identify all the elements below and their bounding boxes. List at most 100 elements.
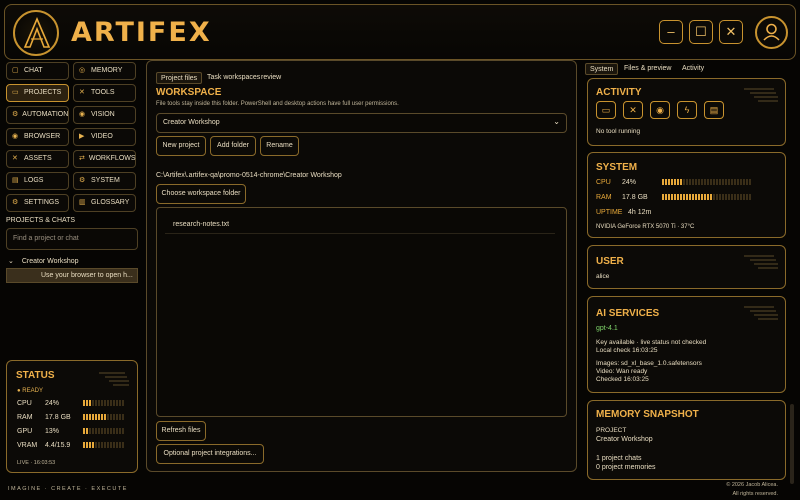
bar-segment: [107, 428, 109, 435]
user-icon: [763, 23, 780, 41]
nav-tools-button[interactable]: ✕ TOOLS: [73, 84, 136, 102]
memory-count: 0 project memories: [596, 464, 656, 471]
bar-segment: [116, 442, 118, 449]
app-header: ARTIFEX – ☐ ✕: [4, 4, 796, 60]
eye-icon[interactable]: ◉: [650, 101, 670, 119]
status-state: READY: [22, 388, 43, 394]
bar-segment: [725, 179, 727, 186]
bar-segment: [689, 179, 691, 186]
bar-segment: [668, 179, 670, 186]
bar-segment: [119, 428, 121, 435]
bar-segment: [92, 414, 94, 421]
tab-system[interactable]: System: [585, 63, 619, 75]
nav-chat-button[interactable]: ▢ CHAT: [6, 62, 69, 80]
tab-task-workspaces[interactable]: Task workspaces: [203, 72, 264, 84]
status-bar: [83, 400, 125, 407]
bar-segment: [668, 194, 670, 201]
nav-browser-button[interactable]: ◉ BROWSER: [6, 128, 69, 146]
nav-projects-button[interactable]: ▭ PROJECTS: [6, 84, 69, 102]
tab-activity[interactable]: Activity: [678, 63, 708, 75]
nav-video-button[interactable]: ▶ VIDEO: [73, 128, 136, 146]
nav-automation-button[interactable]: ⚙ AUTOMATION: [6, 106, 69, 124]
status-label: CPU: [17, 400, 32, 407]
bar-segment: [86, 414, 88, 421]
tools-icon[interactable]: ✕: [623, 101, 643, 119]
bar-segment: [119, 400, 121, 407]
nav-system-button[interactable]: ⚙ SYSTEM: [73, 172, 136, 190]
ram-value: 17.8 GB: [622, 194, 648, 201]
folder-icon[interactable]: ▭: [596, 101, 616, 119]
bolt-icon[interactable]: ϟ: [677, 101, 697, 119]
activity-title: ACTIVITY: [596, 87, 642, 98]
choose-workspace-folder-button[interactable]: Choose workspace folder: [156, 184, 246, 204]
bar-segment: [728, 179, 730, 186]
assets-icon: ✕: [12, 155, 18, 162]
new-project-button[interactable]: New project: [156, 136, 206, 156]
bar-segment: [86, 400, 88, 407]
bar-segment: [662, 179, 664, 186]
add-folder-button[interactable]: Add folder: [210, 136, 256, 156]
memory-project-name: Creator Workshop: [596, 436, 653, 443]
close-button[interactable]: ✕: [719, 20, 743, 44]
nav-settings-button[interactable]: ⚙ SETTINGS: [6, 194, 69, 212]
status-bar: [83, 442, 125, 449]
tab-review[interactable]: review: [257, 72, 285, 84]
ram-bar: [662, 194, 752, 201]
right-scrollbar[interactable]: [790, 404, 794, 484]
bar-segment: [92, 400, 94, 407]
footer-copyright: © 2026 Jacob Alicea. All rights reserved…: [726, 481, 778, 499]
maximize-button[interactable]: ☐: [689, 20, 713, 44]
chat-list-item[interactable]: Use your browser to open h...: [6, 268, 138, 283]
bar-segment: [743, 194, 745, 201]
bar-segment: [707, 179, 709, 186]
nav-label: PROJECTS: [24, 89, 62, 96]
project-tree-item[interactable]: ⌄ Creator Workshop: [8, 257, 79, 265]
bar-segment: [101, 442, 103, 449]
bar-segment: [722, 179, 724, 186]
nav-memory-button[interactable]: ◎ MEMORY: [73, 62, 136, 80]
file-item[interactable]: research-notes.txt: [165, 216, 555, 234]
refresh-files-button[interactable]: Refresh files: [156, 421, 206, 441]
footer-tagline: IMAGINE · CREATE · EXECUTE: [8, 486, 128, 492]
bar-segment: [107, 414, 109, 421]
bar-segment: [101, 414, 103, 421]
bar-segment: [692, 194, 694, 201]
status-label: VRAM: [17, 442, 38, 449]
nav-assets-button[interactable]: ✕ ASSETS: [6, 150, 69, 168]
bar-segment: [749, 194, 751, 201]
bar-segment: [110, 414, 112, 421]
bar-segment: [119, 442, 121, 449]
bar-segment: [104, 428, 106, 435]
rename-button[interactable]: Rename: [260, 136, 299, 156]
tab-files-preview[interactable]: Files & preview: [620, 63, 675, 75]
nav-vision-button[interactable]: ◉ VISION: [73, 106, 136, 124]
nav-glossary-button[interactable]: ▥ GLOSSARY: [73, 194, 136, 212]
bar-segment: [743, 179, 745, 186]
optional-integrations-button[interactable]: Optional project integrations...: [156, 444, 264, 464]
system-cpu-row: CPU 24%: [596, 179, 752, 186]
uptime-label: UPTIME: [596, 209, 623, 216]
ai-model: gpt-4.1: [596, 325, 618, 332]
bar-segment: [83, 428, 85, 435]
nav-logs-button[interactable]: ▤ LOGS: [6, 172, 69, 190]
bar-segment: [683, 179, 685, 186]
system-card: SYSTEM CPU 24% RAM 17.8 GB UPTIME 4h 12m NV…: [587, 152, 786, 238]
bar-segment: [731, 194, 733, 201]
ai-video-status: Video: Wan ready: [596, 368, 648, 375]
bar-segment: [89, 442, 91, 449]
bar-segment: [689, 194, 691, 201]
nav-label: MEMORY: [91, 67, 123, 74]
tools-icon: ✕: [79, 89, 85, 96]
project-select[interactable]: Creator Workshop ⌄: [156, 113, 567, 133]
nav-label: VIDEO: [91, 133, 113, 140]
bar-segment: [110, 442, 112, 449]
clipboard-icon[interactable]: ▤: [704, 101, 724, 119]
user-menu-button[interactable]: [755, 16, 788, 49]
project-search-input[interactable]: Find a project or chat: [6, 228, 138, 250]
chevron-down-icon: ⌄: [553, 117, 560, 126]
minimize-button[interactable]: –: [659, 20, 683, 44]
tab-project-files[interactable]: Project files: [156, 72, 203, 84]
nav-workflows-button[interactable]: ⇄ WORKFLOWS: [73, 150, 136, 168]
bar-segment: [86, 442, 88, 449]
rights-text: All rights reserved.: [732, 491, 778, 497]
